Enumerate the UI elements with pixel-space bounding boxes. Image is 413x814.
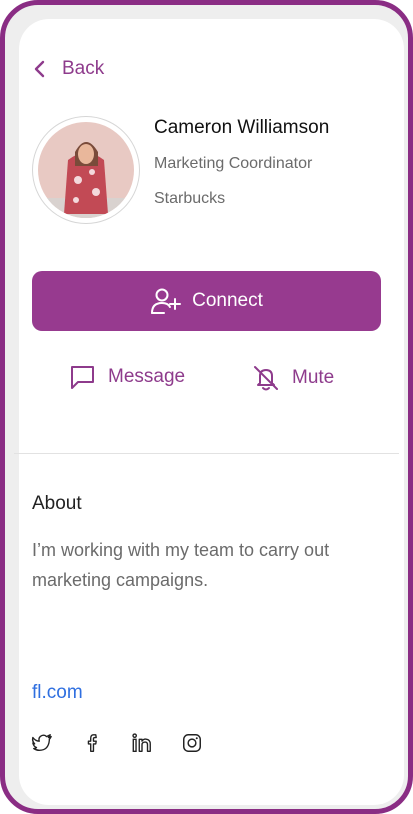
instagram-button[interactable] [181, 732, 203, 754]
message-button[interactable]: Message [69, 364, 185, 390]
linkedin-icon [132, 733, 151, 752]
bell-off-icon [254, 366, 278, 391]
back-button[interactable]: Back [34, 58, 104, 80]
connect-label: Connect [192, 290, 263, 311]
profile-company: Starbucks [154, 190, 226, 207]
about-heading: About [32, 493, 82, 514]
twitter-icon [31, 734, 52, 752]
profile-name: Cameron Williamson [154, 117, 330, 138]
message-icon [71, 366, 94, 389]
about-text: I’m working with my team to carry out ma… [32, 540, 330, 590]
website-link[interactable]: fl.com [32, 682, 83, 704]
twitter-button[interactable] [31, 732, 53, 754]
divider [14, 453, 399, 454]
facebook-icon [87, 734, 97, 752]
instagram-icon [183, 734, 201, 752]
mute-button[interactable]: Mute [252, 364, 334, 392]
linkedin-button[interactable] [131, 732, 153, 754]
avatar [32, 116, 140, 224]
message-label: Message [108, 366, 186, 387]
profile-title: Marketing Coordinator [154, 155, 313, 172]
user-plus-icon [151, 288, 182, 314]
connect-button[interactable]: Connect [32, 271, 381, 331]
mute-label: Mute [292, 367, 335, 388]
chevron-left-icon [34, 60, 45, 78]
facebook-button[interactable] [82, 732, 104, 754]
avatar-photo [38, 122, 134, 218]
back-label: Back [62, 58, 105, 79]
